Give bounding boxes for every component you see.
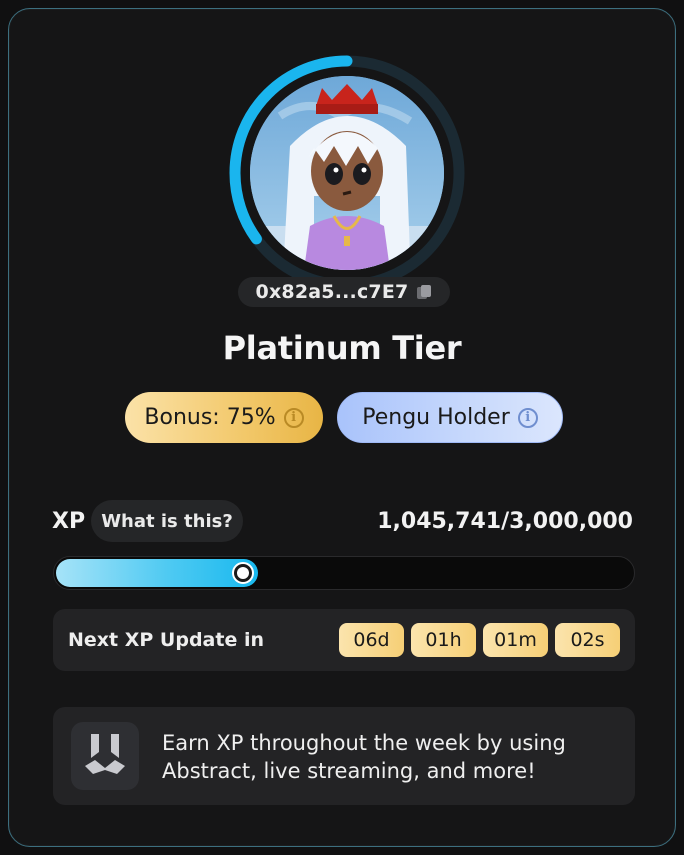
wallet-address: 0x82a5...c7E7 [255, 281, 409, 303]
countdown-seconds: 02s [555, 623, 620, 657]
what-is-this-button[interactable]: What is this? [91, 500, 243, 542]
tier-title: Platinum Tier [222, 329, 462, 367]
countdown-days: 06d [339, 623, 404, 657]
avatar [250, 76, 444, 270]
info-icon[interactable]: i [517, 407, 538, 428]
xp-value: 1,045,741/3,000,000 [377, 509, 633, 534]
pengu-holder-badge[interactable]: Pengu Holder i [337, 392, 563, 443]
copy-icon[interactable] [416, 284, 432, 301]
next-update-panel: Next XP Update in 06d 01h 01m 02s [53, 609, 635, 671]
wallet-address-pill[interactable]: 0x82a5...c7E7 [238, 277, 450, 307]
xp-label: XP [52, 509, 86, 534]
countdown-minutes: 01m [483, 623, 548, 657]
next-update-label: Next XP Update in [68, 629, 265, 651]
earn-xp-panel: Earn XP throughout the week by using Abs… [53, 707, 635, 805]
countdown-hours: 01h [411, 623, 476, 657]
xp-progress-fill [56, 559, 258, 587]
bonus-label: Bonus: 75% [144, 405, 276, 430]
xp-progress-knob [232, 562, 254, 584]
xp-profile-card: 0x82a5...c7E7 Platinum Tier Bonus: 75% i… [8, 8, 676, 847]
bonus-badge[interactable]: Bonus: 75% i [125, 392, 323, 443]
earn-xp-text: Earn XP throughout the week by using Abs… [162, 731, 566, 783]
abstract-logo-icon [71, 722, 139, 790]
pengu-holder-label: Pengu Holder [362, 405, 510, 430]
info-icon[interactable]: i [283, 407, 304, 428]
xp-progress-bar [53, 556, 635, 590]
avatar-image [250, 76, 444, 270]
